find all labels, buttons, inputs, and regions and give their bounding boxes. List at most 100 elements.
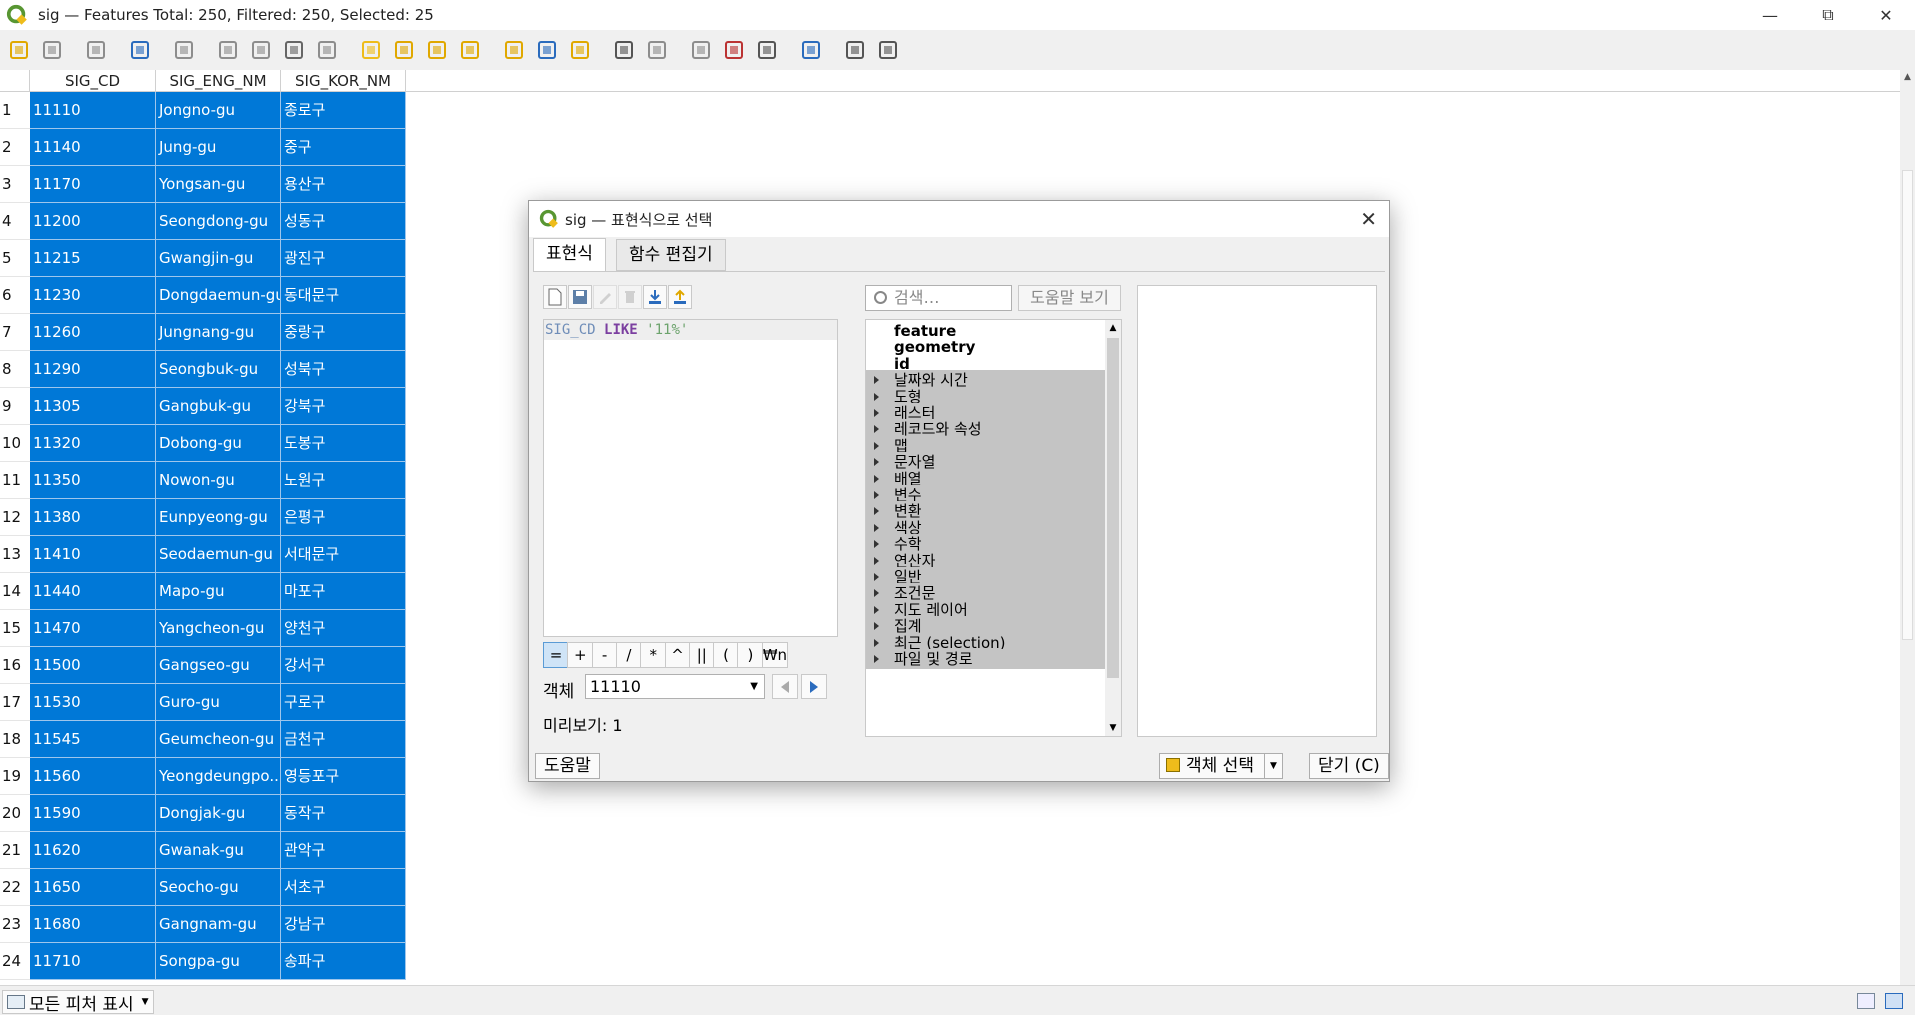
row-number[interactable]: 15	[0, 610, 30, 647]
row-number[interactable]: 18	[0, 721, 30, 758]
expression-line[interactable]: SIG_CD LIKE '11%'	[544, 320, 837, 340]
cell-sig-kor-nm[interactable]: 광진구	[281, 240, 406, 277]
cell-sig-cd[interactable]: 11320	[30, 425, 156, 462]
row-number[interactable]: 23	[0, 906, 30, 943]
close-icon[interactable]: ✕	[1360, 207, 1377, 231]
table-row[interactable]: 9 11305 Gangbuk-gu 강북구	[0, 388, 406, 425]
cell-sig-kor-nm[interactable]: 강북구	[281, 388, 406, 425]
table-row[interactable]: 18 11545 Geumcheon-gu 금천구	[0, 721, 406, 758]
paste-icon[interactable]	[312, 35, 342, 65]
table-row[interactable]: 16 11500 Gangseo-gu 강서구	[0, 647, 406, 684]
cell-sig-eng-nm[interactable]: Gwanak-gu	[156, 832, 281, 869]
cell-sig-cd[interactable]: 11380	[30, 499, 156, 536]
cell-sig-cd[interactable]: 11215	[30, 240, 156, 277]
delete-field-icon[interactable]	[686, 35, 716, 65]
row-number[interactable]: 9	[0, 388, 30, 425]
expand-arrow-icon[interactable]	[874, 376, 879, 385]
row-number[interactable]: 22	[0, 869, 30, 906]
operator-power-button[interactable]: ^	[664, 642, 691, 668]
table-row[interactable]: 12 11380 Eunpyeong-gu 은평구	[0, 499, 406, 536]
cell-sig-kor-nm[interactable]: 성동구	[281, 203, 406, 240]
row-number[interactable]: 24	[0, 943, 30, 980]
cell-sig-kor-nm[interactable]: 동작구	[281, 795, 406, 832]
scroll-down-icon[interactable]: ▼	[1105, 720, 1121, 736]
cell-sig-eng-nm[interactable]: Jongno-gu	[156, 92, 281, 129]
deselect-icon[interactable]	[455, 35, 485, 65]
restore-button[interactable]: ⧉	[1799, 0, 1857, 30]
cell-sig-eng-nm[interactable]: Yongsan-gu	[156, 166, 281, 203]
cell-sig-cd[interactable]: 11470	[30, 610, 156, 647]
cell-sig-eng-nm[interactable]: Geumcheon-gu	[156, 721, 281, 758]
cell-sig-kor-nm[interactable]: 중랑구	[281, 314, 406, 351]
table-row[interactable]: 24 11710 Songpa-gu 송파구	[0, 943, 406, 980]
field-calculator-icon[interactable]	[719, 35, 749, 65]
table-row[interactable]: 13 11410 Seodaemun-gu 서대문구	[0, 536, 406, 573]
select-all-icon[interactable]	[389, 35, 419, 65]
table-row[interactable]: 17 11530 Guro-gu 구로구	[0, 684, 406, 721]
row-number[interactable]: 11	[0, 462, 30, 499]
cell-sig-eng-nm[interactable]: Jung-gu	[156, 129, 281, 166]
show-help-button[interactable]: 도움말 보기	[1018, 285, 1121, 311]
cell-sig-eng-nm[interactable]: Guro-gu	[156, 684, 281, 721]
expand-arrow-icon[interactable]	[874, 655, 879, 663]
table-row[interactable]: 5 11215 Gwangjin-gu 광진구	[0, 240, 406, 277]
save-icon[interactable]	[568, 285, 592, 309]
cell-sig-kor-nm[interactable]: 구로구	[281, 684, 406, 721]
row-number[interactable]: 10	[0, 425, 30, 462]
cell-sig-cd[interactable]: 11170	[30, 166, 156, 203]
row-number[interactable]: 16	[0, 647, 30, 684]
row-number[interactable]: 13	[0, 536, 30, 573]
cell-sig-eng-nm[interactable]: Yeongdeungpo...	[156, 758, 281, 795]
row-number[interactable]: 7	[0, 314, 30, 351]
tab-function-editor[interactable]: 함수 편집기	[616, 239, 726, 271]
row-number[interactable]: 8	[0, 351, 30, 388]
cell-sig-cd[interactable]: 11620	[30, 832, 156, 869]
add-feature-icon[interactable]	[169, 35, 199, 65]
column-header-sig-kor-nm[interactable]: SIG_KOR_NM	[281, 70, 406, 92]
table-row[interactable]: 10 11320 Dobong-gu 도봉구	[0, 425, 406, 462]
cell-sig-eng-nm[interactable]: Gangnam-gu	[156, 906, 281, 943]
row-number[interactable]: 20	[0, 795, 30, 832]
expand-arrow-icon[interactable]	[874, 392, 879, 401]
table-view-icon[interactable]	[1885, 993, 1903, 1009]
form-view-icon[interactable]	[873, 35, 903, 65]
cell-sig-eng-nm[interactable]: Eunpyeong-gu	[156, 499, 281, 536]
expand-arrow-icon[interactable]	[874, 638, 879, 647]
table-row[interactable]: 11 11350 Nowon-gu 노원구	[0, 462, 406, 499]
cell-sig-eng-nm[interactable]: Seongbuk-gu	[156, 351, 281, 388]
scroll-up-icon[interactable]: ▲	[1105, 320, 1121, 336]
row-number[interactable]: 19	[0, 758, 30, 795]
feature-combobox[interactable]: 11110 ▼	[585, 674, 765, 699]
cut-icon[interactable]	[246, 35, 276, 65]
cell-sig-kor-nm[interactable]: 성북구	[281, 351, 406, 388]
show-all-features-dropdown[interactable]: 모든 피처 표시 ▼	[2, 990, 154, 1015]
cell-sig-eng-nm[interactable]: Gangseo-gu	[156, 647, 281, 684]
cell-sig-eng-nm[interactable]: Seodaemun-gu	[156, 536, 281, 573]
row-number[interactable]: 21	[0, 832, 30, 869]
cell-sig-kor-nm[interactable]: 마포구	[281, 573, 406, 610]
operator-newline-button[interactable]: ₩n	[761, 642, 788, 668]
cell-sig-eng-nm[interactable]: Yangcheon-gu	[156, 610, 281, 647]
dock-table-icon[interactable]	[796, 35, 826, 65]
next-feature-button[interactable]	[801, 674, 827, 699]
cell-sig-cd[interactable]: 11680	[30, 906, 156, 943]
table-row[interactable]: 21 11620 Gwanak-gu 관악구	[0, 832, 406, 869]
operator-plus-button[interactable]: +	[567, 642, 594, 668]
toggle-edit-icon[interactable]	[4, 35, 34, 65]
operator-equals-button[interactable]: =	[543, 642, 569, 668]
cell-sig-cd[interactable]: 11140	[30, 129, 156, 166]
cell-sig-eng-nm[interactable]: Gwangjin-gu	[156, 240, 281, 277]
corner-header[interactable]	[0, 70, 30, 92]
conditional-formatting-icon[interactable]	[752, 35, 782, 65]
cell-sig-kor-nm[interactable]: 노원구	[281, 462, 406, 499]
pan-to-selection-icon[interactable]	[565, 35, 595, 65]
close-button[interactable]: 닫기 (C)	[1309, 753, 1389, 779]
row-number[interactable]: 3	[0, 166, 30, 203]
row-number[interactable]: 6	[0, 277, 30, 314]
cell-sig-cd[interactable]: 11350	[30, 462, 156, 499]
save-edits-icon[interactable]	[81, 35, 111, 65]
cell-sig-eng-nm[interactable]: Dongjak-gu	[156, 795, 281, 832]
delete-feature-icon[interactable]	[213, 35, 243, 65]
table-row[interactable]: 19 11560 Yeongdeungpo... 영등포구	[0, 758, 406, 795]
cell-sig-cd[interactable]: 11200	[30, 203, 156, 240]
